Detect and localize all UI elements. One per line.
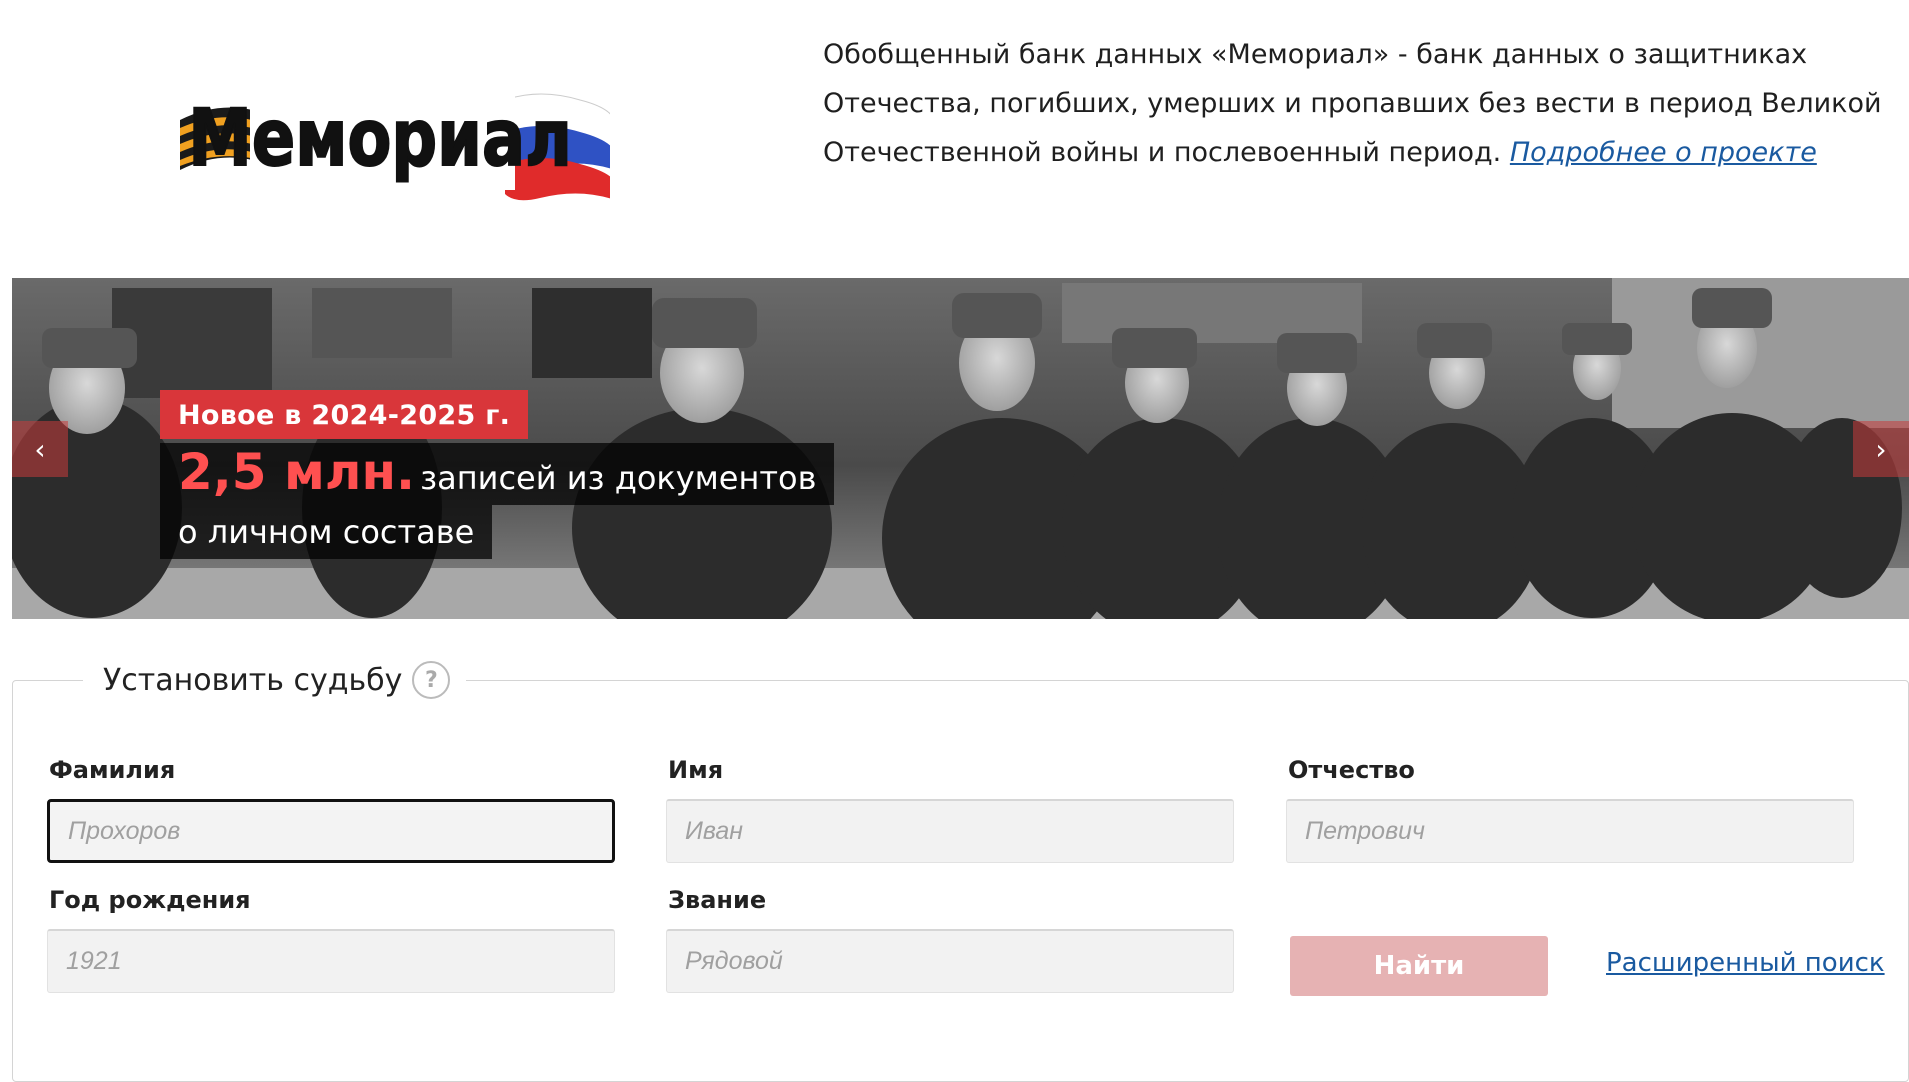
surname-input[interactable] [47, 799, 615, 863]
promo-banner[interactable]: Новое в 2024-2025 г. 2,5 млн. записей из… [12, 278, 1909, 619]
memorial-logo[interactable]: Мемориал [180, 70, 617, 210]
chevron-right-icon: › [1875, 432, 1887, 466]
rank-input[interactable] [666, 929, 1234, 993]
svg-text:Мемориал: Мемориал [188, 93, 572, 184]
caption-line-1: 2,5 млн. записей из документов [160, 443, 835, 505]
caption-line-2: о личном составе [160, 505, 493, 559]
birth-year-label: Год рождения [49, 886, 251, 914]
more-about-project-link[interactable]: Подробнее о проекте [1510, 137, 1817, 168]
help-icon[interactable]: ? [412, 661, 451, 699]
banner-prev-button[interactable]: ‹ [12, 421, 68, 477]
caption-text-1: записей из документов [420, 459, 817, 497]
fate-search-form: Установить судьбу ? Фамилия Имя Отчество… [12, 661, 1909, 1082]
search-form-title: Установить судьбу [103, 662, 403, 698]
records-count: 2,5 млн. [178, 443, 416, 501]
advanced-search-link[interactable]: Расширенный поиск [1606, 948, 1885, 978]
logo-graphic: Мемориал [180, 90, 617, 201]
patronymic-input[interactable] [1286, 799, 1854, 863]
project-description: Обобщенный банк данных «Мемориал» - банк… [823, 30, 1888, 177]
patronymic-label: Отчество [1288, 756, 1415, 784]
search-form-legend: Установить судьбу ? [83, 661, 467, 699]
first-name-input[interactable] [666, 799, 1234, 863]
banner-next-button[interactable]: › [1853, 421, 1909, 477]
surname-label: Фамилия [49, 756, 176, 784]
banner-caption: Новое в 2024-2025 г. 2,5 млн. записей из… [160, 390, 835, 559]
chevron-left-icon: ‹ [34, 432, 46, 466]
find-button[interactable]: Найти [1290, 936, 1548, 996]
birth-year-input[interactable] [47, 929, 615, 993]
new-badge: Новое в 2024-2025 г. [160, 390, 529, 439]
rank-label: Звание [668, 886, 767, 914]
first-name-label: Имя [668, 756, 724, 784]
